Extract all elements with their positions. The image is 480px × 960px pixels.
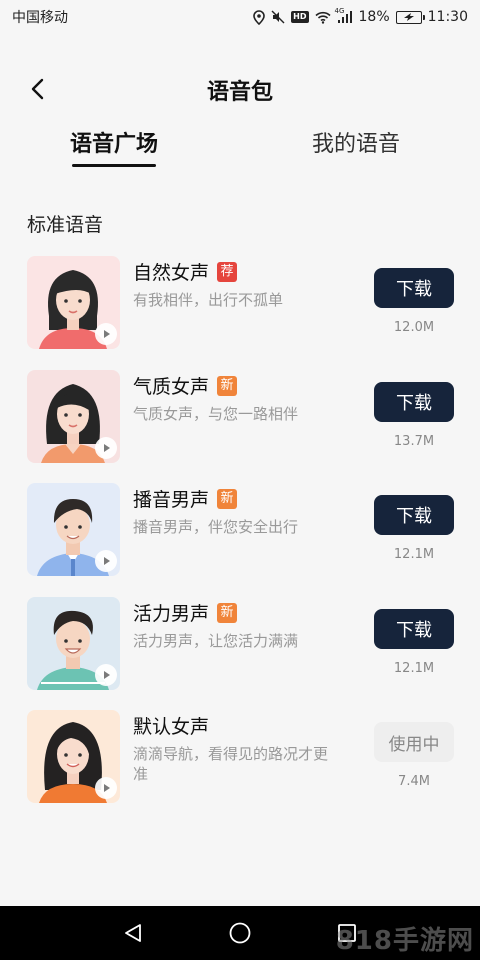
voice-item-broadcast-male: 播音男声 新 播音男声，伴您安全出行 下载 12.1M [27,483,457,577]
voice-item-energetic-male: 活力男声 新 活力男声，让您活力满满 下载 12.1M [27,597,457,691]
nav-back-button[interactable] [120,920,146,946]
voice-item-natural-female: 自然女声 荐 有我相伴，出行不孤单 下载 12.0M [27,256,457,350]
tab-bar: 语音广场 我的语音 [0,126,480,174]
download-button[interactable]: 下载 [374,609,454,649]
tab-voice-square[interactable]: 语音广场 [70,126,158,174]
new-badge: 新 [217,602,238,623]
watermark-logo: 818手游网 [335,926,474,956]
voice-item-default-female: 默认女声 滴滴导航，看得见的路况才更准 使用中 7.4M [27,710,457,804]
tab-my-voice[interactable]: 我的语音 [312,126,400,174]
file-size: 12.1M [393,661,435,676]
battery-percent: 18% [358,9,390,25]
battery-icon [395,10,425,24]
voice-name: 播音男声 [133,489,210,511]
play-icon[interactable] [95,550,117,572]
nav-home-button[interactable] [227,920,253,946]
voice-name: 默认女声 [133,716,210,738]
download-button[interactable]: 下载 [374,495,454,535]
voice-description: 滴滴导航，看得见的路况才更准 [133,745,329,783]
voice-name: 自然女声 [133,262,210,284]
tab-active-indicator [72,164,157,167]
voice-name: 气质女声 [133,376,210,398]
mute-icon [271,10,285,24]
recommend-badge: 荐 [217,261,238,282]
file-size: 12.0M [393,320,435,335]
tab-label: 语音广场 [70,132,159,157]
file-size: 12.1M [393,547,435,562]
new-badge: 新 [217,488,238,509]
back-button[interactable] [22,74,52,104]
voice-name: 活力男声 [133,603,210,625]
hd-icon: HD [291,11,309,23]
wifi-icon [314,11,331,24]
location-icon [253,9,265,25]
page-title: 语音包 [206,80,273,105]
play-icon[interactable] [95,777,117,799]
download-button[interactable]: 下载 [374,382,454,422]
page-header: 语音包 [0,64,480,116]
file-size: 13.7M [393,434,435,449]
voice-item-elegant-female: 气质女声 新 气质女声，与您一路相伴 下载 13.7M [27,370,457,464]
play-icon[interactable] [95,664,117,686]
new-badge: 新 [217,375,238,396]
download-button[interactable]: 下载 [374,268,454,308]
clock: 11:30 [427,9,468,25]
avatar [27,483,120,576]
file-size: 7.4M [398,774,430,789]
circle-home-icon [229,922,251,944]
triangle-back-icon [125,924,141,942]
avatar [27,370,120,463]
voice-description: 气质女声，与您一路相伴 [133,405,299,423]
avatar [27,710,120,803]
tab-label: 我的语音 [312,132,401,157]
network-label: 4G [334,6,345,15]
avatar [27,597,120,690]
status-bar: 中国移动 HD 4G 18% 11:30 [0,0,480,34]
signal-icon: 4G [335,7,353,24]
section-title: 标准语音 [27,214,104,236]
voice-description: 播音男声，伴您安全出行 [133,518,299,536]
carrier-label: 中国移动 [12,10,68,26]
chevron-left-icon [31,78,44,100]
avatar [27,256,120,349]
in-use-button[interactable]: 使用中 [374,722,454,762]
voice-description: 有我相伴，出行不孤单 [133,291,284,309]
play-icon[interactable] [95,437,117,459]
play-icon[interactable] [95,323,117,345]
voice-description: 活力男声，让您活力满满 [133,632,299,650]
